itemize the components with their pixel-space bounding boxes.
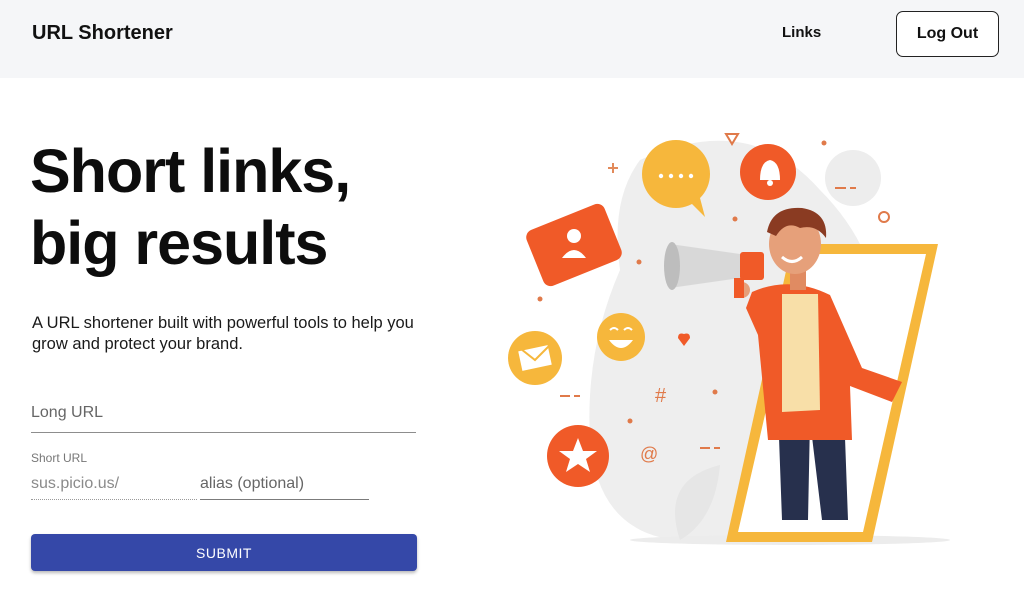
alias-input[interactable]: [200, 475, 369, 493]
star-icon: [547, 425, 609, 487]
smiley-icon: [597, 313, 645, 361]
long-url-input[interactable]: [31, 404, 416, 422]
megaphone-illustration: # @: [508, 133, 950, 545]
dot-decoration: [636, 259, 642, 265]
submit-button[interactable]: SUBMIT: [31, 534, 417, 571]
dot-decoration: [712, 389, 718, 395]
dot-decoration: [732, 216, 738, 222]
hero-title-line-2: big results: [30, 209, 328, 277]
short-url-label: Short URL: [31, 451, 88, 465]
bell-icon: [740, 144, 796, 200]
alias-field: [200, 468, 369, 500]
envelope-icon: [508, 331, 562, 385]
nav-links-link[interactable]: Links: [782, 24, 821, 41]
logout-button[interactable]: Log Out: [896, 11, 999, 57]
dot-decoration: [627, 418, 633, 424]
short-url-prefix-field: sus.picio.us/: [31, 468, 197, 500]
top-bar: URL Shortener Links Log Out: [0, 0, 1024, 78]
ring-decoration: [878, 211, 890, 223]
plus-decoration: [608, 163, 618, 173]
hero-subtitle: A URL shortener built with powerful tool…: [32, 314, 414, 353]
app-title[interactable]: URL Shortener: [32, 22, 173, 45]
at-symbol: @: [640, 444, 658, 464]
hashtag-symbol: #: [655, 385, 667, 407]
user-card-icon: [526, 203, 622, 287]
hero-title: Short links, big results: [30, 135, 430, 279]
long-url-field: [31, 398, 416, 433]
dot-decoration: [821, 140, 827, 146]
hero-title-line-1: Short links,: [30, 137, 351, 205]
background-circle: [825, 150, 881, 206]
dot-decoration: [537, 296, 543, 302]
short-url-prefix: sus.picio.us/: [31, 475, 120, 492]
